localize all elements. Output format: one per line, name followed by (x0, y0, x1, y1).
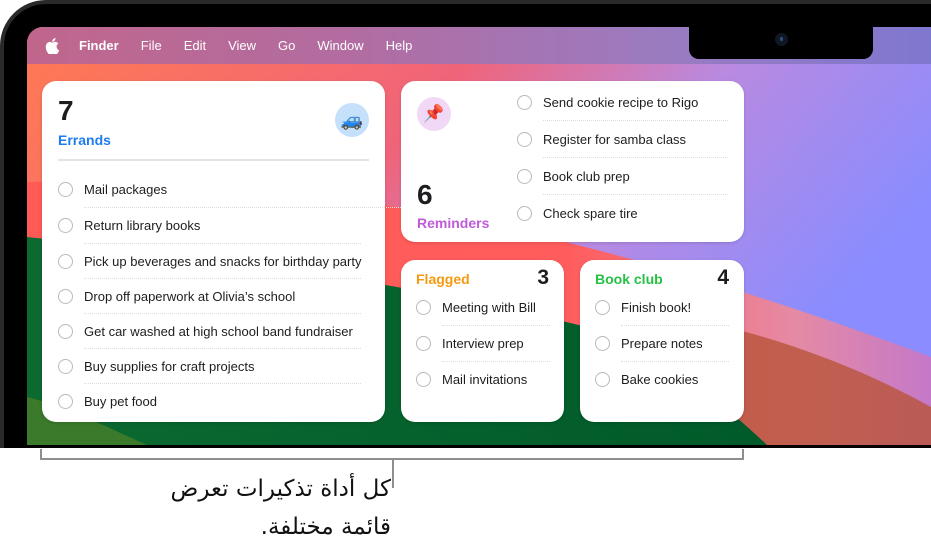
checkbox[interactable] (58, 182, 73, 197)
item-text: Book club prep (543, 168, 630, 184)
list-item[interactable]: Bake cookies (595, 361, 729, 397)
list-item[interactable]: Interview prep (416, 325, 550, 361)
flagged-count: 3 (537, 266, 549, 289)
errands-title: Errands (58, 132, 111, 148)
list-item[interactable]: Meeting with Bill (416, 290, 550, 325)
checkbox[interactable] (517, 205, 532, 221)
item-text: Buy pet food (84, 393, 157, 409)
item-text: Finish book! (621, 300, 692, 315)
car-icon: 🚙 (335, 103, 369, 137)
checkbox[interactable] (58, 358, 73, 374)
checkbox[interactable] (595, 372, 610, 387)
bookclub-title: Book club (595, 271, 663, 287)
menu-help[interactable]: Help (386, 38, 413, 53)
item-text: Prepare notes (621, 336, 703, 351)
item-text: Mail packages (84, 182, 168, 197)
menu-window[interactable]: Window (317, 38, 363, 53)
camera-icon (775, 33, 788, 46)
item-text: Check spare tire (543, 205, 638, 221)
pushpin-emoji: 📌 (423, 104, 445, 123)
reminders-title: Reminders (417, 215, 490, 231)
item-text: Bake cookies (621, 372, 699, 387)
flagged-title: Flagged (416, 271, 470, 287)
checkbox[interactable] (58, 253, 73, 269)
list-item[interactable]: Send cookie recipe to Rigo (517, 84, 728, 120)
list-item[interactable]: Buy pet food (58, 383, 362, 418)
checkbox[interactable] (517, 168, 532, 184)
checkbox[interactable] (58, 393, 73, 409)
item-text: Interview prep (442, 336, 524, 351)
item-text: Register for samba class (543, 131, 687, 147)
item-text: Buy supplies for craft projects (84, 358, 255, 374)
bookclub-count: 4 (717, 266, 729, 289)
bracket-right-tick (742, 449, 744, 459)
item-text: Get car washed at high school band fundr… (84, 323, 353, 339)
list-item[interactable]: Prepare notes (595, 325, 729, 361)
list-item[interactable]: Mail packages (58, 172, 361, 207)
item-text: Return library books (84, 218, 201, 233)
header-divider (58, 159, 369, 161)
car-emoji: 🚙 (340, 109, 364, 130)
item-text: Drop off paperwork at Olivia’s school (84, 288, 296, 304)
item-text: Mail invitations (442, 372, 528, 387)
item-text: Pick up beverages and snacks for birthda… (84, 253, 362, 269)
list-item[interactable]: Pick up beverages and snacks for birthda… (58, 243, 362, 278)
bookclub-list: Finish book! Prepare notes Bake cookies (595, 290, 729, 397)
menu-edit[interactable]: Edit (184, 38, 206, 53)
pushpin-icon: 📌 (417, 97, 451, 131)
bracket-left-tick (40, 449, 42, 459)
item-text: Meeting with Bill (442, 300, 536, 315)
camera-notch (689, 27, 873, 59)
menu-go[interactable]: Go (278, 38, 295, 53)
checkbox[interactable] (517, 94, 532, 110)
checkbox[interactable] (595, 300, 610, 315)
reminders-list: Send cookie recipe to Rigo Register for … (517, 84, 728, 231)
list-item[interactable]: Buy supplies for craft projects (58, 348, 362, 383)
caption-line-1: كل أداة تذكيرات تعرض (170, 476, 391, 502)
annotation-caption: كل أداة تذكيرات تعرض قائمة مختلفة. (171, 470, 391, 546)
menu-finder[interactable]: Finder (79, 38, 119, 53)
list-item[interactable]: Check spare tire (517, 194, 728, 231)
checkbox[interactable] (58, 323, 73, 339)
list-item[interactable]: Book club prep (517, 157, 728, 194)
checkbox[interactable] (416, 372, 431, 387)
errands-list: Mail packages Return library books Pick … (58, 172, 646, 418)
menu-file[interactable]: File (141, 38, 162, 53)
checkbox[interactable] (416, 336, 431, 351)
list-item[interactable]: Get car washed at high school band fundr… (58, 313, 362, 348)
flagged-widget[interactable]: Flagged 3 Meeting with Bill Interview pr… (401, 260, 564, 422)
list-item[interactable]: Register for samba class (517, 120, 728, 157)
bookclub-widget[interactable]: Book club 4 Finish book! Prepare notes B… (580, 260, 744, 422)
reminders-widget[interactable]: 📌 6 Reminders Send cookie recipe to Rigo… (401, 81, 744, 242)
checkbox[interactable] (595, 336, 610, 351)
checkbox[interactable] (517, 131, 532, 147)
apple-menu-icon[interactable] (45, 37, 59, 54)
errands-count: 7 (58, 95, 74, 126)
checkbox[interactable] (416, 300, 431, 315)
list-item[interactable]: Drop off paperwork at Olivia’s school (58, 278, 362, 313)
errands-widget[interactable]: 7 Errands 🚙 Mail packages Return library… (42, 81, 646, 422)
checkbox[interactable] (58, 218, 73, 233)
caption-line-2: قائمة مختلفة. (260, 514, 391, 540)
list-item[interactable]: Mail invitations (416, 361, 550, 397)
callout-line (392, 458, 394, 488)
checkbox[interactable] (58, 288, 73, 304)
list-item[interactable]: Finish book! (595, 290, 729, 325)
menu-view[interactable]: View (228, 38, 256, 53)
item-text: Send cookie recipe to Rigo (543, 94, 699, 110)
reminders-count: 6 (417, 179, 433, 210)
flagged-list: Meeting with Bill Interview prep Mail in… (416, 290, 550, 397)
